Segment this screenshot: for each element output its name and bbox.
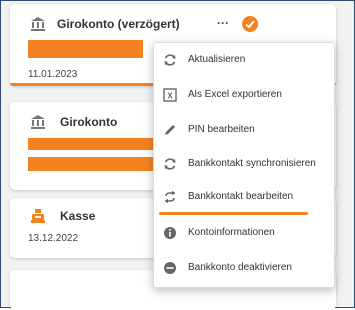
refresh-icon — [164, 54, 176, 66]
highlight-underline — [159, 212, 308, 215]
svg-text:X: X — [167, 92, 173, 101]
info-icon — [164, 227, 176, 239]
menu-label: Kontoinformationen — [188, 227, 275, 238]
cash-register-icon — [31, 209, 45, 223]
pencil-icon — [165, 125, 175, 135]
minus-circle-icon — [164, 262, 176, 274]
screenshot-frame: Girokonto (verzögert) ··· 11.01.2023 Gir… — [0, 0, 355, 310]
menu-item-bankkonto-deaktivieren[interactable]: Bankkonto deaktivieren — [154, 253, 334, 285]
account-date: 13.12.2022 — [28, 233, 79, 244]
account-title: Girokonto — [60, 115, 118, 129]
more-options[interactable]: ··· — [217, 16, 229, 30]
excel-icon: X — [163, 88, 177, 102]
sync-icon — [164, 158, 176, 170]
menu-item-pin-bearbeiten[interactable]: PIN bearbeiten — [154, 115, 334, 147]
menu-label: Aktualisieren — [188, 54, 246, 65]
menu-label: Bankkontakt synchronisieren — [188, 158, 316, 169]
account-title: Girokonto (verzögert) — [57, 17, 180, 31]
check-icon — [242, 16, 258, 32]
menu-label: Bankkontakt bearbeiten — [188, 191, 294, 202]
menu-label: Bankkonto deaktivieren — [188, 262, 292, 273]
account-date: 11.01.2023 — [28, 69, 78, 80]
bank-icon — [31, 115, 45, 129]
redacted-iban — [28, 138, 158, 150]
swap-icon — [164, 190, 176, 204]
menu-item-excel-export[interactable]: X Als Excel exportieren — [154, 80, 334, 112]
menu-item-bankkontakt-synchronisieren[interactable]: Bankkontakt synchronisieren — [154, 149, 334, 181]
menu-item-kontoinformationen[interactable]: Kontoinformationen — [154, 218, 334, 250]
menu-item-bankkontakt-bearbeiten[interactable]: Bankkontakt bearbeiten — [154, 182, 334, 214]
context-menu: Aktualisieren X Als Excel exportieren PI… — [153, 42, 335, 288]
redacted-iban — [28, 40, 143, 58]
menu-label: PIN bearbeiten — [188, 124, 255, 135]
account-title: Kasse — [60, 209, 96, 223]
redacted-balance — [28, 157, 158, 171]
menu-label: Als Excel exportieren — [188, 89, 282, 100]
bank-icon — [31, 17, 45, 31]
menu-item-aktualisieren[interactable]: Aktualisieren — [154, 45, 334, 77]
